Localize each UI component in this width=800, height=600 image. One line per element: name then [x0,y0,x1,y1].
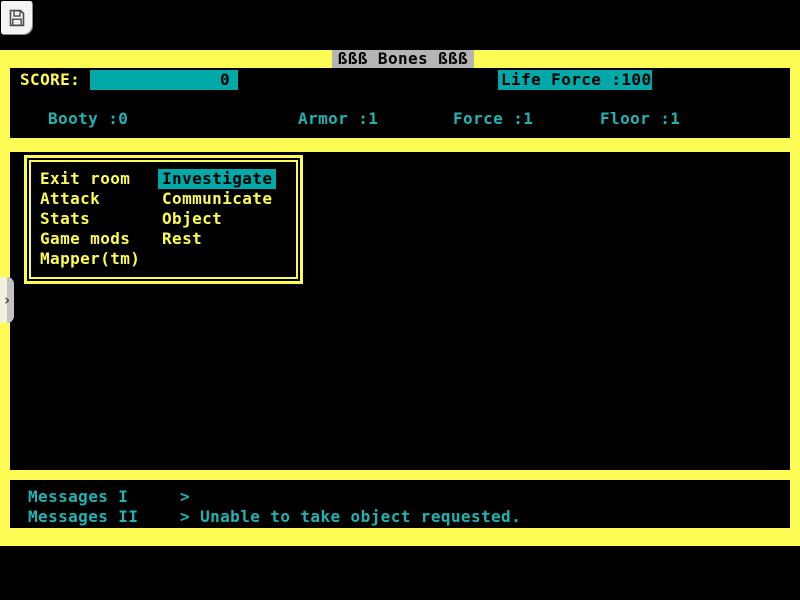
chevron-right-icon: › [2,293,11,307]
save-button[interactable] [1,1,32,34]
menu-item-stats[interactable]: Stats [40,210,90,228]
messages-i-label: Messages I [28,488,128,506]
menu-item-game-mods[interactable]: Game mods [40,230,130,248]
menu-item-rest[interactable]: Rest [162,230,202,248]
game-title: ßßß Bones ßßß [332,50,474,68]
messages-i-text: > [180,488,190,506]
menu-item-object[interactable]: Object [162,210,222,228]
menu-item-investigate[interactable]: Investigate [158,169,276,189]
stat-floor: Floor :1 [600,110,680,128]
game-screen: ßßß Bones ßßß SCORE: 0 Life Force :100 B… [0,0,800,600]
messages-ii-text: > Unable to take object requested. [180,508,521,526]
messages-ii-label: Messages II [28,508,138,526]
menu-item-mapper[interactable]: Mapper(tm) [40,250,140,268]
stat-force: Force :1 [453,110,533,128]
score-bar: 0 [90,70,238,90]
score-label: SCORE: [20,71,80,89]
stat-booty: Booty :0 [48,110,128,128]
side-drawer-tab[interactable]: › [0,277,14,323]
menu-item-exit-room[interactable]: Exit room [40,170,130,188]
menu-item-communicate[interactable]: Communicate [162,190,272,208]
life-force-value: Life Force :100 [498,70,652,90]
floppy-disk-icon [7,8,27,28]
menu-item-attack[interactable]: Attack [40,190,100,208]
stat-armor: Armor :1 [298,110,378,128]
